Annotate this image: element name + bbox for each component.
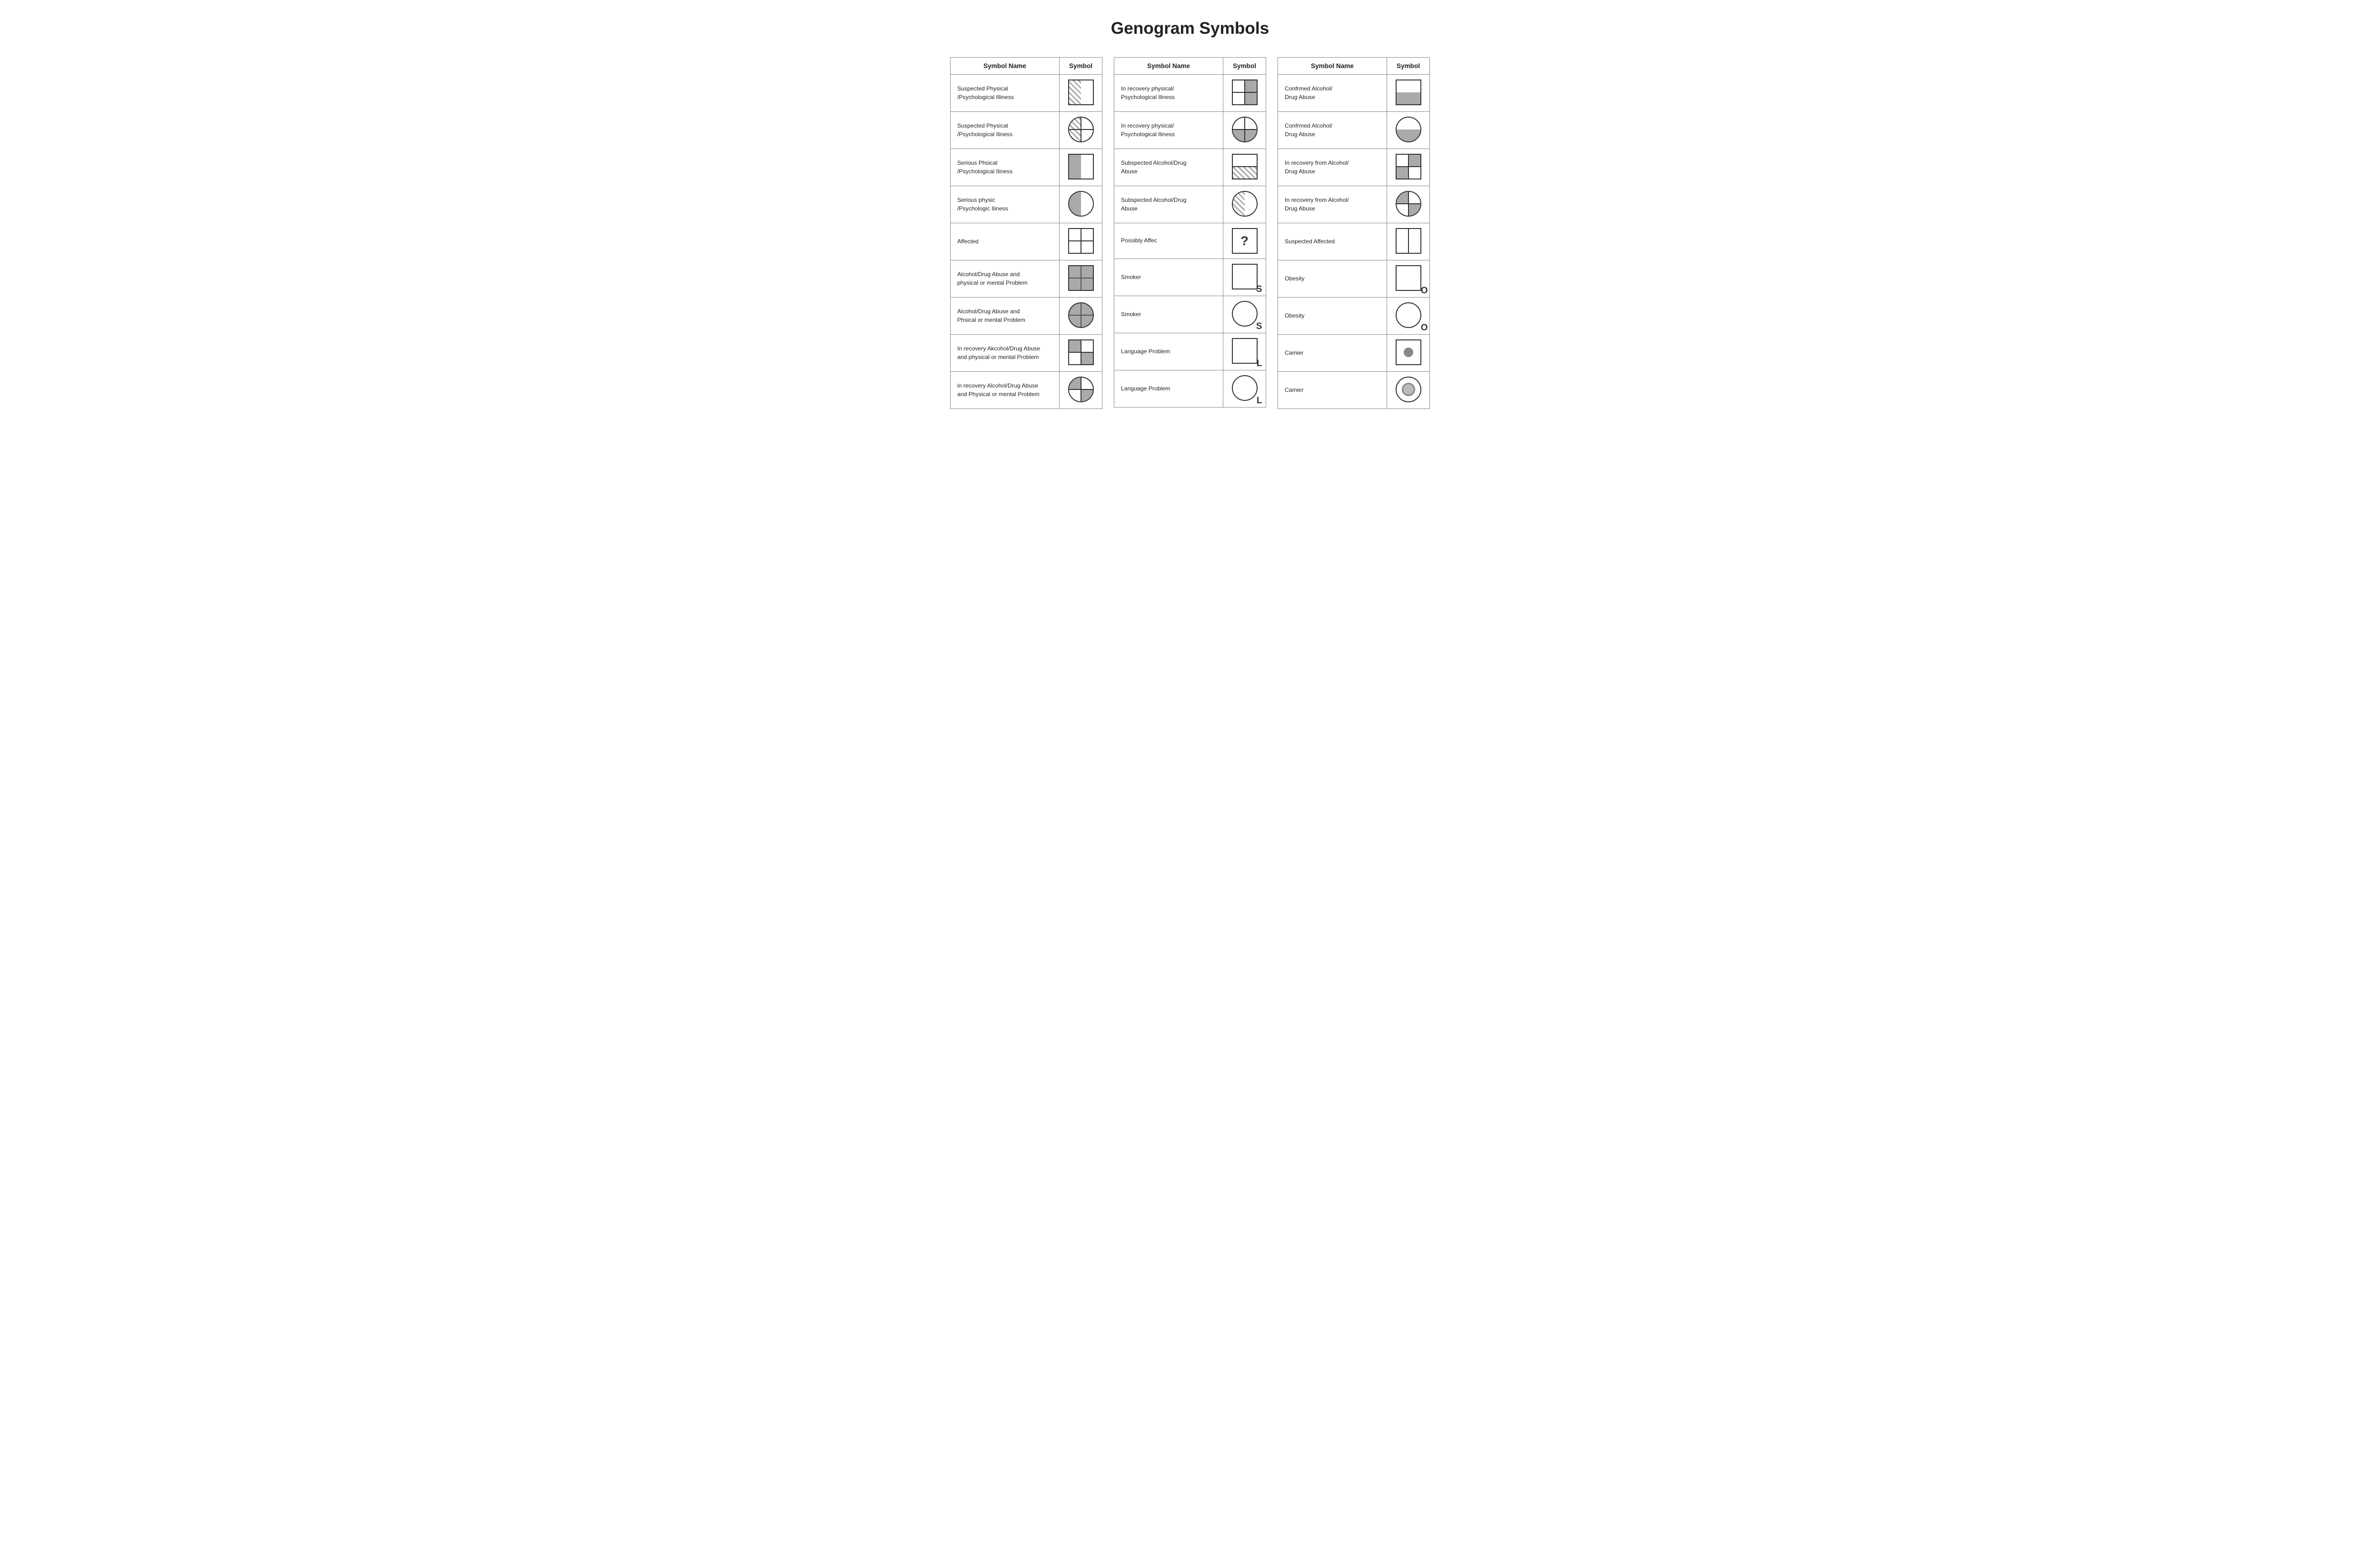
symbol-name-cell: In recovery physical/ Psychological Ilin… [1114,112,1223,149]
symbol-cell [1223,112,1266,149]
symbol-cell [1060,372,1102,409]
symbol-cell: O [1387,260,1430,298]
table-row: Smoker S [1114,259,1266,296]
table-row: Serious Phsical /Psychological Iliness [951,149,1102,186]
table-row: Confrmed Alcohol/ Drug Abuse [1278,112,1430,149]
symbol-cell [1060,75,1102,112]
table-row: Alcohol/Drug Abuse and Phsical or mental… [951,298,1102,335]
symbol-name-cell: In recovery from Alcohol/ Drug Abuse [1278,186,1387,223]
symbol-name-cell: Subspected Alcohol/Drug Abuse [1114,149,1223,186]
symbol-cell [1223,149,1266,186]
symbol-name-cell: Possibly Affec [1114,223,1223,259]
table-row: Language Problem L [1114,370,1266,408]
table-row: Confrmed Alcohol/ Drug Abuse [1278,75,1430,112]
table-row: Smoker S [1114,296,1266,333]
symbol-cell [1060,298,1102,335]
symbol-cell: S [1223,296,1266,333]
symbol-name-cell: Language Problem [1114,370,1223,408]
symbol-cell [1387,149,1430,186]
symbol-name-cell: Language Problem [1114,333,1223,370]
table2-header-name: Symbol Name [1114,58,1223,75]
symbol-cell [1060,186,1102,223]
symbol-name-cell: Alcohol/Drug Abuse and Phsical or mental… [951,298,1060,335]
symbol-cell: O [1387,298,1430,335]
symbol-cell [1060,260,1102,298]
symbol-cell [1223,75,1266,112]
symbol-name-cell: Confrmed Alcohol/ Drug Abuse [1278,112,1387,149]
symbol-cell: L [1223,370,1266,408]
table3-header-name: Symbol Name [1278,58,1387,75]
symbol-name-cell: Smoker [1114,259,1223,296]
symbol-name-cell: In recovery Akcohol/Drug Abuse and physi… [951,335,1060,372]
table-row: Obesity O [1278,298,1430,335]
table-2: Symbol Name Symbol In recovery physical/… [1114,57,1266,408]
symbol-name-cell: Suspected Affected [1278,223,1387,260]
table-3: Symbol Name Symbol Confrmed Alcohol/ Dru… [1278,57,1430,409]
symbol-cell [1223,186,1266,223]
table-row: Alcohol/Drug Abuse and physical or menta… [951,260,1102,298]
table1-header-name: Symbol Name [951,58,1060,75]
symbol-name-cell: in recovery Alcohol/Drug Abuse and Physi… [951,372,1060,409]
table-row: Serious physic /Psychologic Iliness [951,186,1102,223]
table-row: In recovery Akcohol/Drug Abuse and physi… [951,335,1102,372]
symbol-name-cell: Obesity [1278,298,1387,335]
symbol-cell [1060,223,1102,260]
symbol-name-cell: Obesity [1278,260,1387,298]
symbol-name-cell: Camier [1278,372,1387,409]
symbol-cell [1060,149,1102,186]
table-row: In recovery from Alcohol/ Drug Abuse [1278,149,1430,186]
table-row: Obesity O [1278,260,1430,298]
tables-container: Symbol Name Symbol Suspected Physical /P… [29,57,2351,409]
symbol-cell [1387,186,1430,223]
symbol-name-cell: Serious Phsical /Psychological Iliness [951,149,1060,186]
symbol-name-cell: In recovery from Alcohol/ Drug Abuse [1278,149,1387,186]
table-row: In recovery from Alcohol/ Drug Abuse [1278,186,1430,223]
symbol-name-cell: Suspected Physical /Psychological Ilines… [951,112,1060,149]
table-row: In recovery physical/ Psychological Ilin… [1114,75,1266,112]
symbol-name-cell: Affected [951,223,1060,260]
symbol-cell: S [1223,259,1266,296]
table-row: Subspected Alcohol/Drug Abuse [1114,186,1266,223]
table3-header-symbol: Symbol [1387,58,1430,75]
table-row: Affected [951,223,1102,260]
symbol-name-cell: Suspected Physical /Psychological Illine… [951,75,1060,112]
symbol-cell [1387,372,1430,409]
table-row: Suspected Physical /Psychological Illine… [951,75,1102,112]
table-row: In recovery physical/ Psychological Ilin… [1114,112,1266,149]
table-row: Language Problem L [1114,333,1266,370]
table-row: Camier [1278,335,1430,372]
symbol-name-cell: Subspected Alcohol/Drug Abuse [1114,186,1223,223]
symbol-cell [1387,75,1430,112]
table-row: Suspected Physical /Psychological Ilines… [951,112,1102,149]
table-row: Possibly Affec? [1114,223,1266,259]
table-row: in recovery Alcohol/Drug Abuse and Physi… [951,372,1102,409]
symbol-cell: ? [1223,223,1266,259]
table-row: Camier [1278,372,1430,409]
symbol-name-cell: Serious physic /Psychologic Iliness [951,186,1060,223]
page-title: Genogram Symbols [29,19,2351,38]
symbol-name-cell: Alcohol/Drug Abuse and physical or menta… [951,260,1060,298]
symbol-cell [1060,112,1102,149]
symbol-name-cell: Camier [1278,335,1387,372]
symbol-name-cell: Smoker [1114,296,1223,333]
symbol-cell [1060,335,1102,372]
symbol-cell [1387,335,1430,372]
table1-header-symbol: Symbol [1060,58,1102,75]
symbol-cell [1387,112,1430,149]
symbol-name-cell: In recovery physical/ Psychological Ilin… [1114,75,1223,112]
table2-header-symbol: Symbol [1223,58,1266,75]
table-1: Symbol Name Symbol Suspected Physical /P… [950,57,1102,409]
symbol-cell [1387,223,1430,260]
symbol-cell: L [1223,333,1266,370]
symbol-name-cell: Confrmed Alcohol/ Drug Abuse [1278,75,1387,112]
table-row: Suspected Affected [1278,223,1430,260]
table-row: Subspected Alcohol/Drug Abuse [1114,149,1266,186]
